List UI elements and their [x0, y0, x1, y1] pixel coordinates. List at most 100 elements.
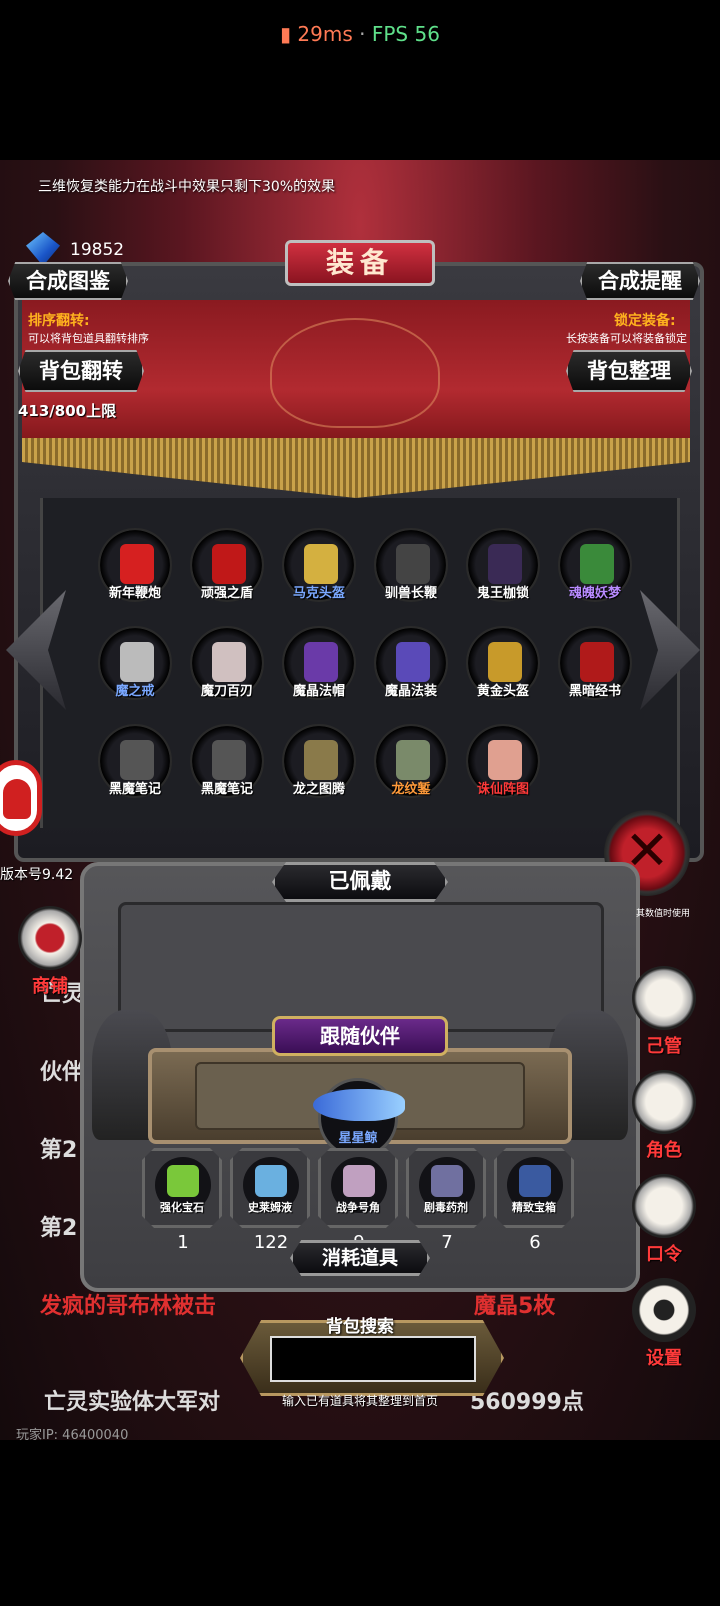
shop-button[interactable]: 商铺 [14, 906, 86, 997]
log-line-6: 亡灵实验体大军对 [44, 1390, 221, 1415]
inventory-item[interactable]: 魔晶法帽 [280, 626, 358, 714]
version-text: 版本号9.42 [0, 867, 74, 883]
bag-sort-button[interactable]: 背包整理 [566, 350, 692, 392]
item-slot: 驯兽长鞭 [374, 528, 448, 602]
item-icon [304, 642, 338, 682]
item-label: 马克头盔 [292, 586, 345, 601]
log-line-5-tail: 魔晶5枚 [474, 1294, 556, 1319]
manage-label: 己管 [646, 1036, 682, 1057]
consumable-slot: 剧毒药剂 [406, 1148, 486, 1228]
log-line-5: 发疯的哥布林被击 [40, 1294, 217, 1319]
item-slot: 魂魄妖梦 [558, 528, 632, 602]
player-ip: 玩家IP: 46400040 [16, 1428, 129, 1443]
consumable-label: 剧毒药剂 [424, 1201, 468, 1214]
latency-text: 29ms [297, 22, 353, 46]
consumable-item[interactable]: 史莱姆液 122 [230, 1148, 312, 1253]
whale-icon [313, 1089, 405, 1121]
consumable-icon [431, 1165, 463, 1197]
lock-equipment-hint-title: 锁定装备: [614, 313, 676, 329]
item-label: 驯兽长鞭 [384, 586, 437, 601]
sort-flip-hint-text: 可以将背包道具翻转排序 [28, 332, 149, 345]
inventory-item[interactable]: 黄金头盔 [464, 626, 542, 714]
bag-flip-button[interactable]: 背包翻转 [18, 350, 144, 392]
consumable-slot: 精致宝箱 [494, 1148, 574, 1228]
item-icon [304, 544, 338, 584]
consumable-item[interactable]: 战争号角9 [318, 1148, 400, 1253]
dice-icon [632, 966, 696, 1030]
item-slot: 马克头盔 [282, 528, 356, 602]
consumable-slot: 史莱姆液 [230, 1148, 310, 1228]
item-label: 黑魔笔记 [200, 782, 253, 797]
item-label: 黑魔笔记 [108, 782, 161, 797]
log-line-4: 第2 [40, 1216, 78, 1241]
equipped-title: 已佩戴 [272, 862, 448, 902]
synthesis-reminder-button[interactable]: 合成提醒 [580, 262, 700, 300]
consumable-label: 精致宝箱 [512, 1201, 556, 1214]
inventory-item[interactable]: 诛仙阵图 [464, 724, 542, 812]
partner-name: 星星鲸 [338, 1131, 378, 1146]
item-icon [212, 544, 246, 584]
settings-button[interactable]: 设置 [628, 1278, 700, 1369]
item-label: 龙纹錾 [391, 782, 431, 797]
user-avatar-button[interactable] [0, 760, 42, 836]
consumable-slot: 强化宝石 [142, 1148, 222, 1228]
item-icon [396, 544, 430, 584]
log-line-3: 第2 [40, 1138, 78, 1163]
synthesis-guide-button[interactable]: 合成图鉴 [8, 262, 128, 300]
inventory-item[interactable]: 魔晶法装 [372, 626, 450, 714]
consumable-count: 1 [177, 1232, 189, 1253]
item-icon [120, 544, 154, 584]
manage-button[interactable]: 己管 [628, 966, 700, 1057]
sort-flip-hint-title: 排序翻转: [28, 313, 90, 329]
password-label: 口令 [646, 1244, 682, 1265]
inventory-item[interactable]: 魔刀百刃 [188, 626, 266, 714]
inventory-item[interactable]: 龙纹錾 [372, 724, 450, 812]
settings-label: 设置 [646, 1348, 682, 1369]
item-slot: 黑暗经书 [558, 626, 632, 700]
crystal-count: 19852 [70, 240, 125, 260]
consumable-item[interactable]: 剧毒药剂 7 [406, 1148, 488, 1253]
bag-capacity: 413/800上限 [18, 402, 117, 420]
fps-text: FPS 56 [371, 22, 440, 46]
item-icon [120, 740, 154, 780]
consumable-item[interactable]: 强化宝石 1 [142, 1148, 224, 1253]
consumable-item[interactable]: 精致宝箱 6 [494, 1148, 576, 1253]
scroll-icon [632, 1174, 696, 1238]
inventory-item[interactable]: 马克头盔 [280, 528, 358, 616]
consumable-icon [519, 1165, 551, 1197]
separator: · [359, 22, 366, 46]
item-label: 魂魄妖梦 [568, 586, 621, 601]
inventory-item[interactable]: 鬼王枷锁 [464, 528, 542, 616]
password-button[interactable]: 口令 [628, 1174, 700, 1265]
lock-equipment-hint-text: 长按装备可以将装备锁定 [566, 332, 687, 345]
log-line-2: 伙伴 [40, 1060, 85, 1085]
item-label: 新年鞭炮 [108, 586, 161, 601]
partner-item[interactable]: 星星鲸 [313, 1078, 405, 1158]
item-slot: 黄金头盔 [466, 626, 540, 700]
notice-text: 三维恢复类能力在战斗中效果只剩下30%的效果 [38, 179, 336, 195]
item-label: 魔晶法帽 [292, 684, 345, 699]
consumable-slot: 战争号角 [318, 1148, 398, 1228]
item-label: 黄金头盔 [476, 684, 529, 699]
consumable-label: 强化宝石 [160, 1201, 204, 1214]
search-input[interactable] [270, 1336, 476, 1382]
inventory-item[interactable]: 龙之图腾 [280, 724, 358, 812]
consumable-icon [167, 1165, 199, 1197]
item-icon [580, 642, 614, 682]
item-slot: 魔之戒 [98, 626, 172, 700]
item-label: 鬼王枷锁 [476, 586, 529, 601]
inventory-item[interactable]: 黑魔笔记 [188, 724, 266, 812]
inventory-item[interactable]: 黑魔笔记 [96, 724, 174, 812]
inventory-item[interactable]: 新年鞭炮 [96, 528, 174, 616]
item-icon [212, 642, 246, 682]
item-slot: 黑魔笔记 [190, 724, 264, 798]
item-icon [120, 642, 154, 682]
inventory-item[interactable]: 顽强之盾 [188, 528, 266, 616]
inventory-item[interactable]: 魂魄妖梦 [556, 528, 634, 616]
inventory-item[interactable]: 黑暗经书 [556, 626, 634, 714]
item-icon [304, 740, 338, 780]
inventory-item[interactable]: 驯兽长鞭 [372, 528, 450, 616]
inventory-item[interactable]: 魔之戒 [96, 626, 174, 714]
item-label: 龙之图腾 [292, 782, 345, 797]
role-button[interactable]: 角色 [628, 1070, 700, 1161]
